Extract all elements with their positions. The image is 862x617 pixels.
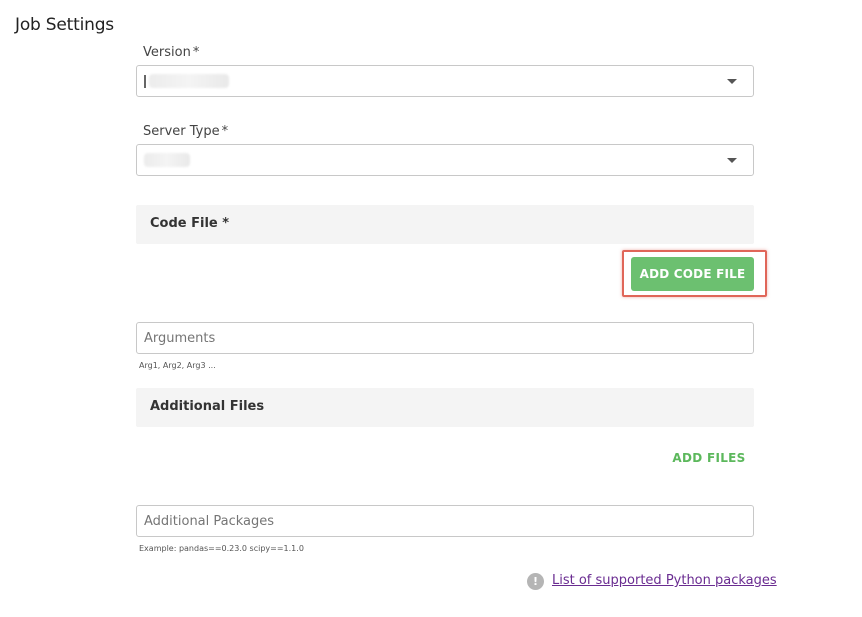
server-type-select[interactable] [136, 144, 754, 176]
add-files-button[interactable]: ADD FILES [670, 449, 748, 467]
info-icon: ! [527, 573, 544, 590]
server-type-label: Server Type * [143, 124, 228, 139]
version-select[interactable] [136, 65, 754, 97]
chevron-down-icon[interactable] [727, 79, 737, 84]
additional-packages-hint: Example: pandas==0.23.0 scipy==1.1.0 [139, 544, 304, 553]
server-type-label-text: Server Type [143, 124, 220, 139]
version-label: Version * [143, 45, 199, 60]
additional-files-section-header: Additional Files [136, 388, 754, 427]
version-label-text: Version [143, 45, 191, 60]
arguments-hint: Arg1, Arg2, Arg3 ... [139, 361, 216, 370]
supported-packages-link[interactable]: List of supported Python packages [552, 573, 777, 588]
code-file-header-label: Code File * [150, 216, 230, 231]
additional-files-header-label: Additional Files [150, 399, 265, 414]
page-title: Job Settings [15, 15, 114, 35]
chevron-down-icon[interactable] [727, 158, 737, 163]
version-required-mark: * [192, 45, 200, 60]
additional-packages-input[interactable] [136, 505, 754, 537]
arguments-input[interactable] [136, 322, 754, 354]
code-file-section-header: Code File * [136, 205, 754, 244]
version-selected-value-redacted [144, 75, 146, 88]
server-type-required-mark: * [221, 124, 229, 139]
server-type-selected-value-blur [144, 153, 190, 167]
add-code-file-button[interactable]: ADD CODE FILE [631, 257, 754, 291]
version-selected-value-blur [149, 74, 229, 88]
